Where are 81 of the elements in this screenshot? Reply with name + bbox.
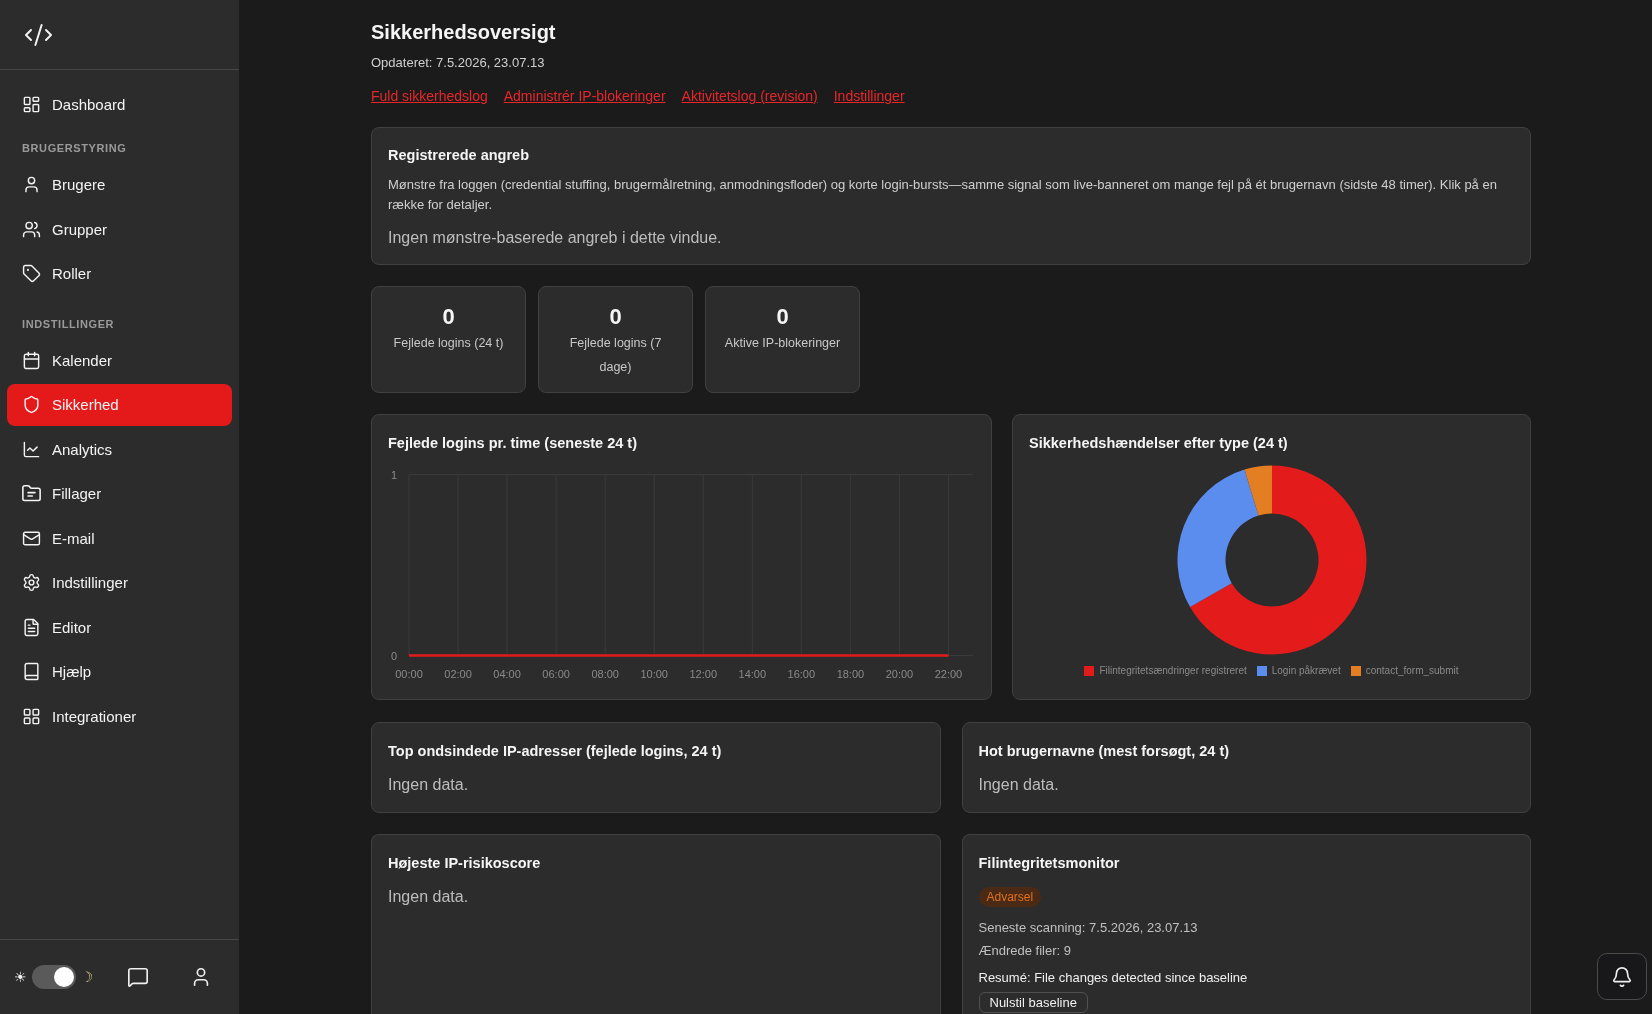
card-description: Mønstre fra loggen (credential stuffing, brugermålretning, anmodningsfloder) og korte login-bursts—samme signal som live-banneret om mange fejl på ét brugernavn (sidste 48 timer). Klik på en række for detaljer.: [388, 176, 1498, 214]
scan-info: Seneste scanning: 7.5.2026, 23.07.13: [978, 919, 1199, 937]
dashboard-icon: [22, 94, 41, 114]
user-icon: [22, 175, 41, 194]
nav-item[interactable]: Dashboard: [7, 83, 232, 125]
card-title: Sikkerhedshændelser efter type (24 t): [1029, 434, 1289, 453]
nav-item[interactable]: Integrationer: [7, 695, 232, 737]
tag-icon: [22, 264, 41, 283]
header-link[interactable]: Aktivitetslog (revision): [681, 87, 818, 105]
header-link[interactable]: Fuld sikkerhedslog: [371, 87, 488, 105]
nav-item[interactable]: Roller: [7, 252, 232, 295]
stat-value: 0: [442, 303, 455, 331]
settings-icon: [22, 573, 41, 592]
nav-item[interactable]: Kalender: [7, 339, 232, 381]
axis-label: 16:00: [787, 667, 816, 680]
header-link[interactable]: Administrér IP-blokeringer: [503, 87, 666, 105]
axis-label: 1: [390, 468, 397, 481]
empty-state-text: Ingen data.: [388, 887, 470, 907]
updated-timestamp: Opdateret: 7.5.2026, 23.07.13: [371, 54, 546, 72]
book-icon: [22, 662, 41, 681]
axis-label: 12:00: [689, 667, 718, 680]
reset-baseline-button[interactable]: Nulstil baseline: [978, 992, 1088, 1013]
stat-value: 0: [776, 303, 789, 331]
page-title: Sikkerhedsoversigt: [371, 20, 557, 45]
changed-files-info: Ændrede filer: 9: [978, 942, 1072, 960]
axis-label: 20:00: [885, 667, 914, 680]
chat-icon: [127, 966, 150, 988]
axis-label: 08:00: [591, 667, 619, 680]
nav-section-heading: INDSTILLINGER: [21, 317, 116, 332]
nav-item[interactable]: Brugere: [7, 163, 232, 206]
axis-label: 22:00: [934, 667, 963, 680]
empty-state-text: Ingen mønstre-baserede angreb i dette vindue.: [388, 228, 723, 248]
folder-icon: [22, 484, 41, 503]
card-title: Top ondsindede IP-adresser (fejlede logins, 24 t): [388, 742, 723, 761]
card-title: Højeste IP-risikoscore: [388, 854, 542, 873]
axis-label: 02:00: [444, 667, 472, 680]
axis-label: 06:00: [542, 667, 570, 680]
nav-section-heading: BRUGERSTYRING: [21, 140, 128, 156]
bell-icon: [1611, 965, 1633, 988]
nav-item[interactable]: Fillager: [7, 472, 232, 515]
axis-label: 10:00: [640, 667, 668, 680]
grid-icon: [22, 706, 41, 726]
axis-label: 18:00: [836, 667, 865, 680]
chat-button[interactable]: [127, 966, 150, 988]
stat-label: Aktive IP-blokeringer: [724, 335, 841, 352]
summary-text: Resumé: File changes detected since baseline: [978, 969, 1249, 987]
legend-label: Filintegritetsændringer registreret: [1099, 665, 1247, 677]
card-title: Registrerede angreb: [388, 146, 531, 165]
axis-label: 0: [390, 649, 397, 662]
legend-label: contact_form_submit: [1365, 665, 1459, 677]
dark-mode-symbol: ☽: [80, 969, 94, 985]
card-title: Hot brugernavne (mest forsøgt, 24 t): [978, 742, 1231, 761]
status-badge: Advarsel: [978, 887, 1042, 907]
axis-label: 00:00: [395, 667, 423, 680]
calendar-icon: [22, 350, 41, 370]
card-title: Filintegritetsmonitor: [978, 854, 1121, 873]
notifications-button[interactable]: [1597, 953, 1647, 1000]
axis-label: 14:00: [738, 667, 767, 680]
legend-label: Login påkrævet: [1271, 665, 1341, 677]
stat-label: Fejlede logins (24 t): [393, 335, 504, 352]
nav-item[interactable]: Indstillinger: [7, 561, 232, 604]
theme-toggle[interactable]: [31, 965, 76, 989]
stat-value: 0: [609, 303, 622, 331]
header-link[interactable]: Indstillinger: [833, 87, 905, 105]
nav-item[interactable]: Analytics: [7, 428, 232, 470]
users-icon: [22, 219, 41, 239]
mail-icon: [22, 528, 41, 548]
nav-item[interactable]: E-mail: [7, 517, 232, 559]
nav-item[interactable]: Sikkerhed: [7, 383, 232, 426]
line-chart-icon: [22, 439, 41, 459]
empty-state-text: Ingen data.: [978, 775, 1060, 795]
nav-item[interactable]: Editor: [7, 606, 232, 648]
document-icon: [22, 617, 41, 637]
light-mode-symbol: ☀: [14, 969, 27, 985]
card-title: Fejlede logins pr. time (seneste 24 t): [388, 434, 638, 453]
empty-state-text: Ingen data.: [388, 775, 470, 795]
stat-label: Fejlede logins (7 dage): [568, 335, 663, 376]
nav-item[interactable]: Hjælp: [7, 650, 232, 693]
nav-item[interactable]: Grupper: [7, 208, 232, 250]
shield-icon: [22, 395, 41, 414]
axis-label: 04:00: [493, 667, 521, 680]
